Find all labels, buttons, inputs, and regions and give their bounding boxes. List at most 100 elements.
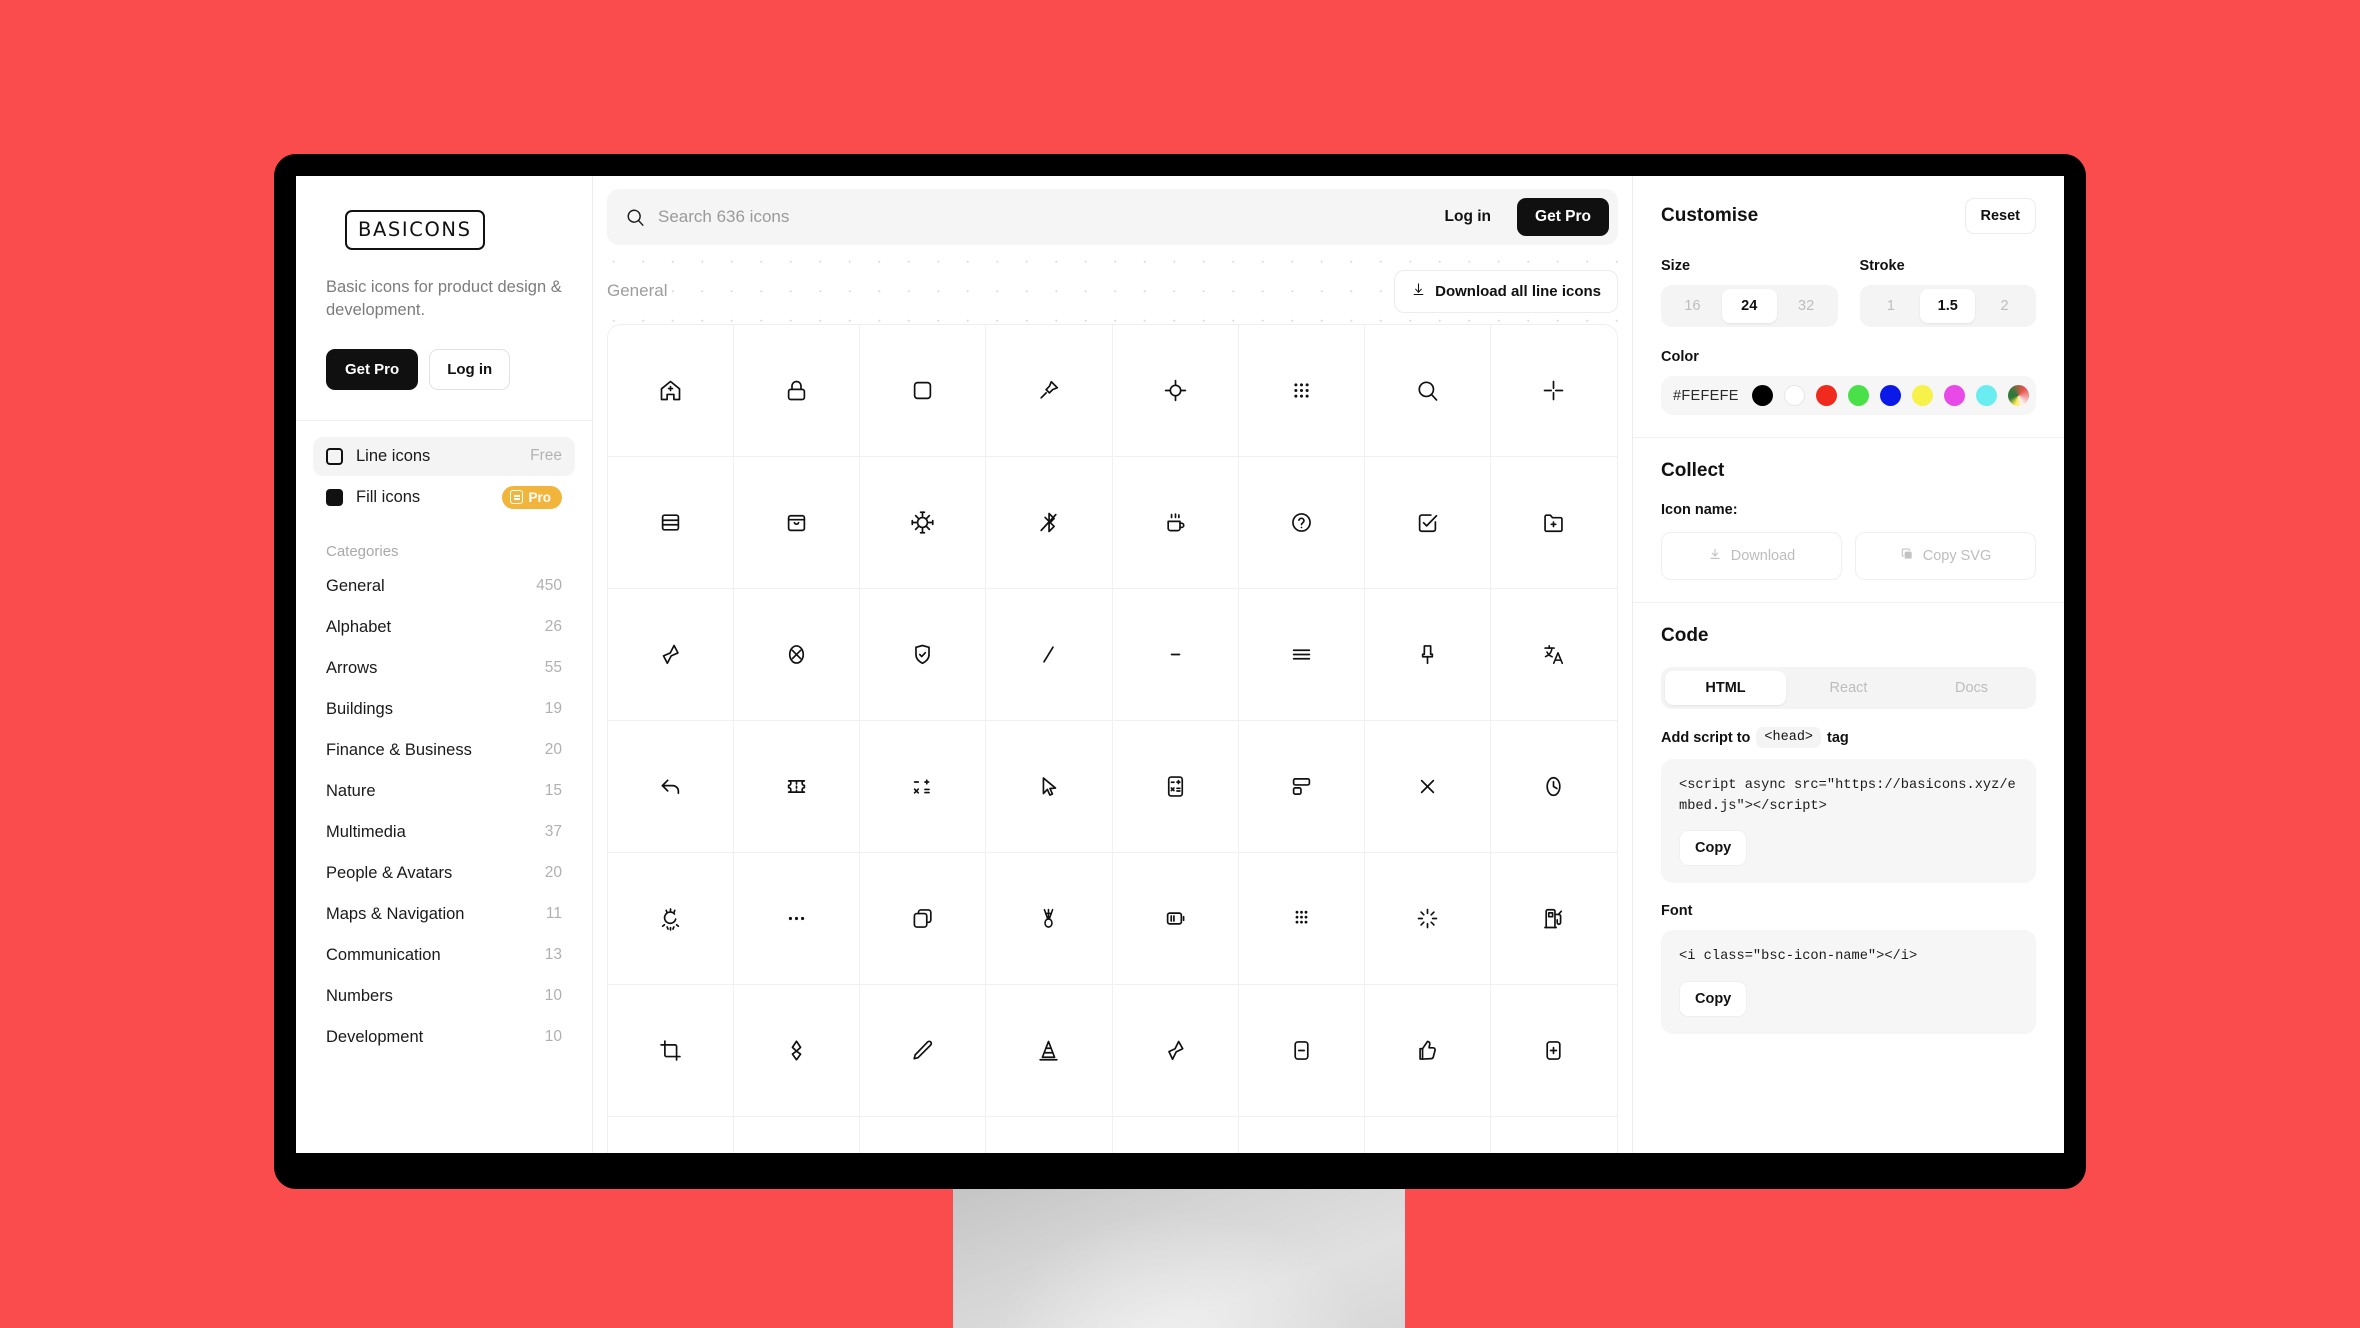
swatch-yellow[interactable]	[1911, 385, 1933, 406]
size-option-32[interactable]: 32	[1779, 289, 1834, 323]
icon-cell-checkbox-edit-icon[interactable]	[1364, 457, 1491, 589]
header-log-in-button[interactable]: Log in	[1431, 200, 1506, 234]
icon-cell-home-plus-icon[interactable]	[608, 325, 735, 457]
category-item-maps-navigation[interactable]: Maps & Navigation 11	[326, 894, 562, 935]
stroke-option-2[interactable]: 2	[1977, 289, 2032, 323]
icon-cell-pin-filled-icon[interactable]	[1112, 985, 1239, 1117]
icon-cell-pin-outline-icon[interactable]	[734, 985, 861, 1117]
stroke-option-1[interactable]: 1	[1864, 289, 1919, 323]
icon-cell-pin-icon[interactable]	[986, 325, 1113, 457]
icon-cell-shopping-bag-icon[interactable]	[734, 457, 861, 589]
category-item-development[interactable]: Development 10	[326, 1017, 562, 1058]
style-option-line-icons[interactable]: Line icons Free	[313, 436, 575, 476]
icon-cell-loading-flash-icon[interactable]	[608, 853, 735, 985]
icon-cell-thumbs-up-icon[interactable]	[1364, 985, 1491, 1117]
icon-cell-menu-icon[interactable]	[1238, 589, 1365, 721]
swatch-blue[interactable]	[1879, 385, 1901, 406]
icon-cell-x-oval-icon[interactable]	[734, 589, 861, 721]
category-item-finance-business[interactable]: Finance & Business 20	[326, 730, 562, 771]
header-get-pro-button[interactable]: Get Pro	[1517, 198, 1609, 236]
icon-cell-calculator-icon[interactable]	[1112, 721, 1239, 853]
icon-cell-coffee-mug-icon[interactable]	[1112, 457, 1239, 589]
tab-html[interactable]: HTML	[1665, 671, 1786, 705]
copy-svg-button[interactable]: Copy SVG	[1855, 532, 2036, 580]
style-option-fill-icons[interactable]: Fill icons Pro	[313, 476, 575, 519]
icon-cell-bluetooth-off-icon[interactable]	[986, 457, 1113, 589]
icon-cell-row7[interactable]	[986, 1117, 1113, 1153]
icon-grid-scroll[interactable]	[607, 324, 1618, 1153]
search-input[interactable]	[658, 207, 1419, 227]
icon-cell-pencil-icon[interactable]	[860, 985, 987, 1117]
icon-cell-crosshair-icon[interactable]	[1112, 325, 1239, 457]
tab-react[interactable]: React	[1788, 671, 1909, 705]
icon-cell-minus-icon[interactable]	[1112, 589, 1239, 721]
icon-cell-grid-dots-dense-icon[interactable]	[1238, 853, 1365, 985]
icon-cell-layout-split-icon[interactable]	[1238, 721, 1365, 853]
download-all-button[interactable]: Download all line icons	[1394, 269, 1618, 313]
icon-cell-lock-icon[interactable]	[734, 325, 861, 457]
icon-cell-slash-icon[interactable]	[986, 589, 1113, 721]
size-option-16[interactable]: 16	[1665, 289, 1720, 323]
reset-button[interactable]: Reset	[1964, 198, 2036, 234]
icon-cell-ticket-icon[interactable]	[734, 721, 861, 853]
icon-cell-square-icon[interactable]	[860, 325, 987, 457]
category-item-alphabet[interactable]: Alphabet 26	[326, 607, 562, 648]
size-option-24[interactable]: 24	[1721, 289, 1777, 323]
icon-cell-row7[interactable]	[860, 1117, 987, 1153]
category-item-buildings[interactable]: Buildings 19	[326, 689, 562, 730]
swatch-custom-color-wheel[interactable]	[2007, 385, 2029, 406]
icon-cell-shield-check-icon[interactable]	[860, 589, 987, 721]
category-item-nature[interactable]: Nature 15	[326, 771, 562, 812]
category-item-arrows[interactable]: Arrows 55	[326, 648, 562, 689]
download-button[interactable]: Download	[1661, 532, 1842, 580]
category-item-numbers[interactable]: Numbers 10	[326, 976, 562, 1017]
sidebar-get-pro-button[interactable]: Get Pro	[326, 348, 419, 390]
icon-cell-row7[interactable]	[1490, 1117, 1617, 1153]
category-item-general[interactable]: General 450	[326, 566, 562, 607]
copy-font-button[interactable]: Copy	[1679, 980, 1748, 1017]
icon-cell-rows-icon[interactable]	[608, 457, 735, 589]
icon-cell-cursor-icon[interactable]	[986, 721, 1113, 853]
icon-cell-close-x-icon[interactable]	[1364, 721, 1491, 853]
icon-cell-row7[interactable]	[608, 1117, 735, 1153]
swatch-black[interactable]	[1751, 385, 1773, 406]
icon-cell-search-icon[interactable]	[1364, 325, 1491, 457]
icon-cell-row7[interactable]	[1238, 1117, 1365, 1153]
icon-cell-grid-dots-icon[interactable]	[1238, 325, 1365, 457]
icon-cell-crop-marks-icon[interactable]	[1490, 325, 1617, 457]
icon-cell-row7[interactable]	[734, 1117, 861, 1153]
icon-cell-plus-box-icon[interactable]	[1490, 985, 1617, 1117]
category-item-people-avatars[interactable]: People & Avatars 20	[326, 853, 562, 894]
icon-cell-clock-icon[interactable]	[1490, 721, 1617, 853]
icon-cell-help-circle-icon[interactable]	[1238, 457, 1365, 589]
icon-cell-minus-box-icon[interactable]	[1238, 985, 1365, 1117]
swatch-red[interactable]	[1815, 385, 1837, 406]
icon-cell-dots-horizontal-icon[interactable]	[734, 853, 861, 985]
icon-cell-pin-diagonal-icon[interactable]	[608, 589, 735, 721]
icon-cell-gas-pump-icon[interactable]	[1490, 853, 1617, 985]
category-item-communication[interactable]: Communication 13	[326, 935, 562, 976]
icon-cell-reply-icon[interactable]	[608, 721, 735, 853]
icon-cell-crop-icon[interactable]	[608, 985, 735, 1117]
font-snippet[interactable]: <i class="bsc-icon-name"></i>	[1679, 947, 2018, 968]
icon-cell-battery-icon[interactable]	[1112, 853, 1239, 985]
icon-cell-traffic-cone-icon[interactable]	[986, 985, 1113, 1117]
swatch-magenta[interactable]	[1943, 385, 1965, 406]
stroke-option-1-5[interactable]: 1.5	[1920, 289, 1976, 323]
color-hex-value[interactable]: #FEFEFE	[1673, 388, 1739, 404]
icon-cell-virus-icon[interactable]	[860, 457, 987, 589]
tab-docs[interactable]: Docs	[1911, 671, 2032, 705]
category-item-multimedia[interactable]: Multimedia 37	[326, 812, 562, 853]
icon-cell-sparkle-icon[interactable]	[1364, 853, 1491, 985]
icon-cell-row7[interactable]	[1364, 1117, 1491, 1153]
icon-cell-math-operators-icon[interactable]	[860, 721, 987, 853]
icon-cell-pushpin-icon[interactable]	[1364, 589, 1491, 721]
swatch-cyan[interactable]	[1975, 385, 1997, 406]
script-snippet[interactable]: <script async src="https://basicons.xyz/…	[1679, 776, 2018, 817]
icon-cell-folder-plus-icon[interactable]	[1490, 457, 1617, 589]
copy-script-button[interactable]: Copy	[1679, 830, 1748, 867]
sidebar-log-in-button[interactable]: Log in	[429, 348, 511, 390]
icon-cell-copy-icon[interactable]	[860, 853, 987, 985]
icon-cell-whisk-icon[interactable]	[986, 853, 1113, 985]
icon-cell-row7[interactable]	[1112, 1117, 1239, 1153]
